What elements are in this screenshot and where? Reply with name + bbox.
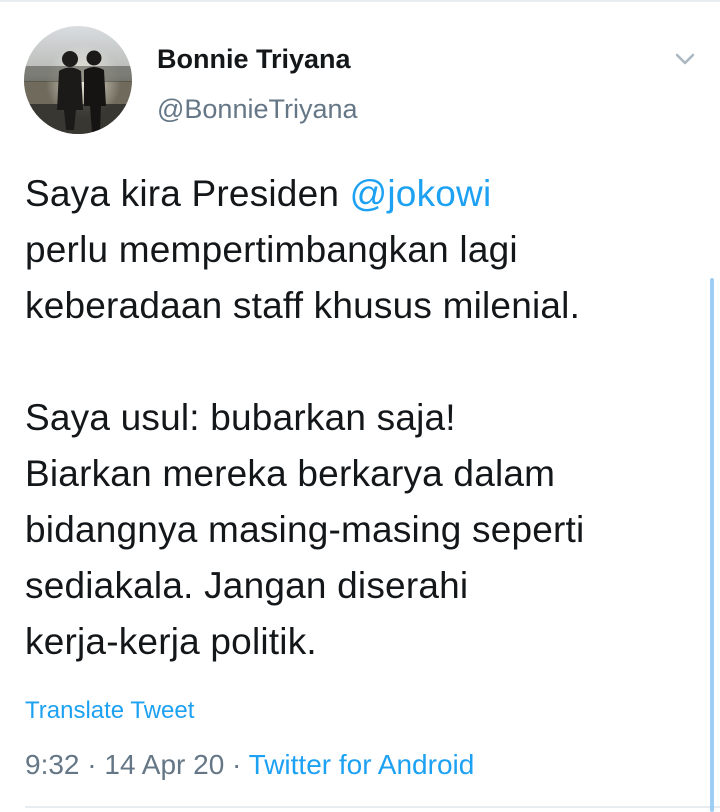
tweet-text-line: kerja-kerja politik.: [25, 621, 317, 662]
tweet-date: 14 Apr 20: [104, 749, 225, 780]
top-divider: [0, 0, 720, 2]
tweet-text-line: Saya kira Presiden @jokowi: [25, 166, 715, 222]
scrollbar[interactable]: [710, 278, 714, 812]
tweet-text-line: perlu mempertimbangkan lagi: [25, 229, 518, 270]
tweet-text-line: keberadaan staff khusus milenial.: [25, 285, 581, 326]
tweet-text-segment: Saya kira Presiden: [25, 173, 350, 214]
chevron-down-icon[interactable]: [670, 44, 700, 74]
tweet-metadata: 9:32 · 14 Apr 20 · Twitter for Android: [25, 749, 474, 781]
tweet-time: 9:32: [25, 749, 80, 780]
avatar[interactable]: [24, 26, 132, 134]
bottom-divider: [25, 806, 720, 808]
author-handle[interactable]: @BonnieTriyana: [157, 94, 358, 125]
avatar-photo: [24, 26, 132, 134]
author-name[interactable]: Bonnie Triyana: [157, 44, 351, 75]
tweet-source-link[interactable]: Twitter for Android: [249, 749, 475, 780]
mention-link[interactable]: @jokowi: [350, 173, 492, 214]
meta-separator: ·: [232, 749, 242, 780]
meta-separator: ·: [87, 749, 97, 780]
tweet-text-line: sediakala. Jangan diserahi: [25, 565, 469, 606]
tweet-text: Saya kira Presiden @jokowi perlu mempert…: [25, 166, 715, 670]
tweet-text-line: Saya usul: bubarkan saja!: [25, 397, 456, 438]
tweet-detail-view: Bonnie Triyana @BonnieTriyana Saya kira …: [0, 0, 720, 812]
tweet-text-line: bidangnya masing-masing seperti: [25, 509, 585, 550]
tweet-text-line: Biarkan mereka berkarya dalam: [25, 453, 556, 494]
translate-tweet-link[interactable]: Translate Tweet: [25, 697, 194, 725]
